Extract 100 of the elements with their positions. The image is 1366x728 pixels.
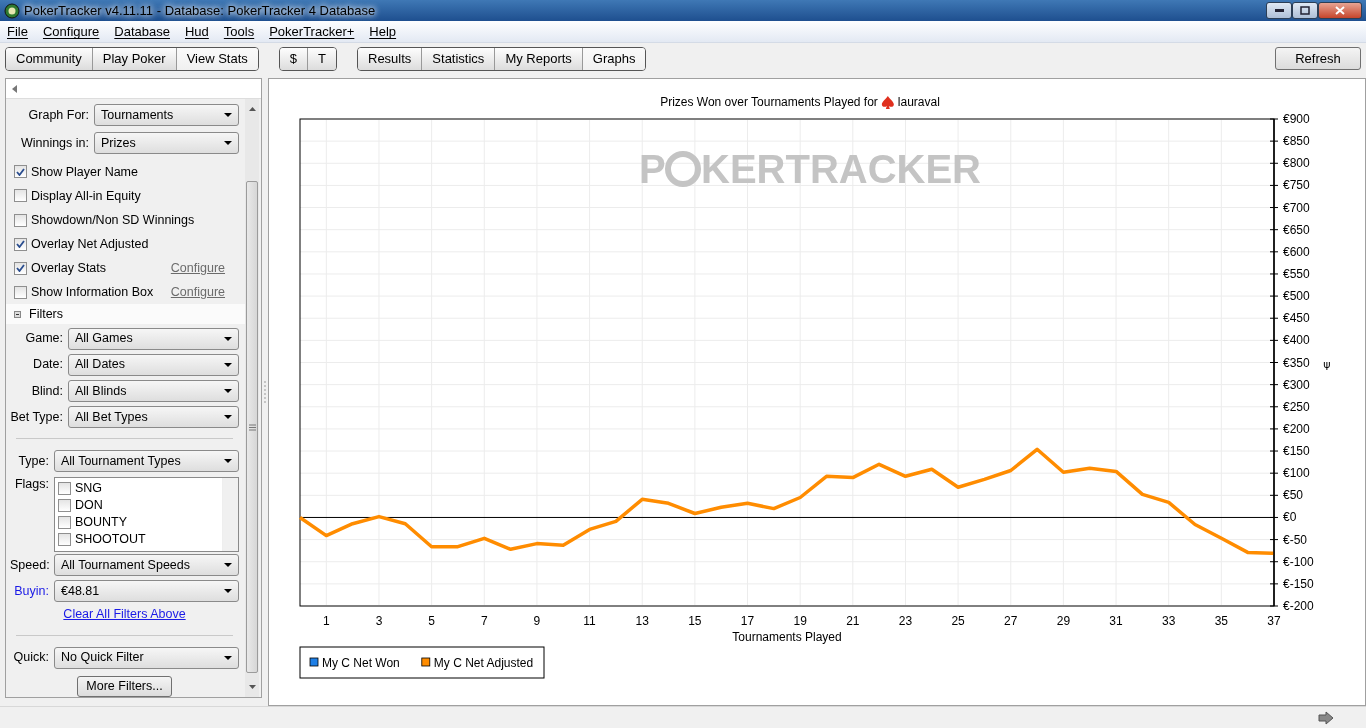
field-label: Blind:: [30, 382, 64, 400]
checkbox-label: Showdown/Non SD Winnings: [31, 211, 195, 229]
y-tick-label: €500: [1283, 289, 1310, 304]
y-tick-label: €-150: [1283, 576, 1314, 591]
menu-item[interactable]: Hud: [178, 21, 217, 42]
nav-tab[interactable]: T: [308, 47, 336, 70]
arrow-icon[interactable]: [1318, 710, 1334, 725]
dropdown[interactable]: All Bet Types: [68, 405, 239, 428]
y-tick-label: €450: [1283, 311, 1310, 326]
x-tick-label: 9: [533, 614, 541, 628]
x-tick-label: 3: [375, 614, 383, 628]
nav-tab[interactable]: $: [279, 47, 309, 70]
nav-tab[interactable]: My Reports: [495, 47, 583, 70]
checkbox[interactable]: [14, 213, 27, 227]
menu-item[interactable]: Configure: [35, 21, 108, 42]
field-label: Date:: [32, 356, 64, 374]
chart-title: Prizes Won over Tournaments Played for: [660, 95, 878, 109]
y-tick-label: €-50: [1283, 532, 1308, 547]
checkbox[interactable]: [14, 261, 27, 275]
player-name: lauraval: [897, 95, 940, 109]
nav-tab[interactable]: Graphs: [582, 47, 646, 70]
y-tick-label: €400: [1283, 333, 1310, 348]
checkbox[interactable]: [58, 532, 71, 546]
menu-item[interactable]: File: [0, 21, 36, 42]
menu-item[interactable]: PokerTracker+: [262, 21, 363, 42]
nav-tab[interactable]: Community: [6, 47, 93, 70]
field-label: Graph For:: [27, 106, 90, 124]
collapse-arrow-icon[interactable]: [12, 84, 17, 93]
field-label: Buyin:: [13, 582, 50, 600]
x-tick-label: 21: [846, 614, 860, 628]
scrollbar[interactable]: [245, 99, 259, 697]
checkbox-label: Display All-in Equity: [31, 187, 141, 205]
refresh-button[interactable]: Refresh: [1275, 47, 1361, 70]
x-tick-label: 19: [793, 614, 807, 628]
checkbox[interactable]: [58, 498, 71, 512]
window-title: PokerTracker v4.11.11 - Database: PokerTracker 4 Database: [24, 1, 376, 20]
y-tick-label: €900: [1283, 112, 1310, 126]
menu-item[interactable]: Tools: [216, 21, 263, 42]
y-tick-label: €600: [1283, 244, 1310, 259]
x-tick-label: 25: [951, 614, 965, 628]
menu-item[interactable]: Database: [107, 21, 178, 42]
y-tick-label: €850: [1283, 134, 1310, 149]
checkbox-label: Show Player Name: [31, 163, 138, 181]
y-axis-title: ψ: [1323, 358, 1331, 371]
dropdown[interactable]: All Dates: [68, 353, 239, 376]
dropdown[interactable]: Prizes: [94, 131, 239, 154]
flags-list[interactable]: SNG DON BOUNTY SHOOTOUT: [54, 476, 239, 552]
dropdown[interactable]: Tournaments: [94, 104, 239, 126]
nav-tab[interactable]: Results: [358, 47, 423, 70]
clear-filters-link[interactable]: Clear All Filters Above: [63, 605, 186, 624]
configure-link[interactable]: Configure: [170, 258, 225, 278]
y-tick-label: €50: [1283, 488, 1304, 503]
dropdown[interactable]: All Tournament Speeds: [54, 553, 239, 576]
dropdown[interactable]: All Blinds: [68, 379, 239, 402]
menu-item[interactable]: Help: [362, 21, 405, 42]
field-label: Game:: [24, 330, 64, 348]
x-tick-label: 27: [1004, 614, 1018, 628]
y-tick-label: €150: [1283, 444, 1310, 459]
field-label: Speed:: [10, 556, 51, 574]
checkbox[interactable]: [14, 285, 27, 299]
checkbox[interactable]: [14, 237, 27, 251]
checkbox-label: BOUNTY: [75, 514, 128, 532]
watermark-logo: P KERTRACKER: [639, 147, 981, 191]
x-tick-label: 37: [1267, 614, 1281, 628]
list-scrollbar[interactable]: [222, 477, 238, 551]
y-tick-label: €100: [1283, 466, 1310, 481]
scroll-up-arrow-icon[interactable]: [248, 107, 256, 111]
dropdown[interactable]: No Quick Filter: [54, 646, 239, 669]
y-tick-label: €200: [1283, 421, 1310, 436]
y-tick-label: €300: [1283, 377, 1310, 392]
y-tick-label: €350: [1283, 355, 1310, 370]
checkbox[interactable]: [14, 189, 27, 203]
checkbox[interactable]: [14, 165, 27, 179]
nav-tab[interactable]: Play Poker: [92, 47, 177, 70]
close-icon[interactable]: [1318, 2, 1362, 19]
y-tick-label: €-200: [1283, 599, 1314, 613]
x-tick-label: 15: [688, 614, 702, 628]
minimize-icon[interactable]: [1266, 2, 1292, 19]
checkbox-label: Overlay Net Adjusted: [31, 235, 149, 253]
app-icon: [4, 2, 20, 19]
dropdown[interactable]: All Games: [68, 327, 239, 350]
x-axis-title: Tournaments Played: [732, 630, 842, 644]
dropdown[interactable]: All Tournament Types: [54, 449, 239, 472]
configure-link[interactable]: Configure: [170, 283, 225, 302]
nav-tab[interactable]: View Stats: [176, 47, 258, 70]
checkbox[interactable]: [58, 481, 71, 495]
scroll-down-arrow-icon[interactable]: [248, 685, 256, 689]
checkbox-label: SHOOTOUT: [75, 531, 146, 549]
y-tick-label: €750: [1283, 178, 1310, 193]
maximize-icon[interactable]: [1292, 2, 1318, 19]
x-tick-label: 13: [635, 614, 649, 628]
nav-tab[interactable]: Statistics: [422, 47, 496, 70]
dropdown[interactable]: €48.81: [54, 580, 239, 602]
more-filters-button[interactable]: More Filters...: [77, 675, 172, 697]
x-tick-label: 29: [1056, 614, 1071, 628]
field-label: Winnings in:: [19, 134, 90, 152]
x-tick-label: 11: [583, 614, 596, 628]
scrollbar-thumb[interactable]: [246, 181, 258, 673]
checkbox[interactable]: [58, 515, 71, 529]
y-tick-label: €650: [1283, 222, 1310, 237]
